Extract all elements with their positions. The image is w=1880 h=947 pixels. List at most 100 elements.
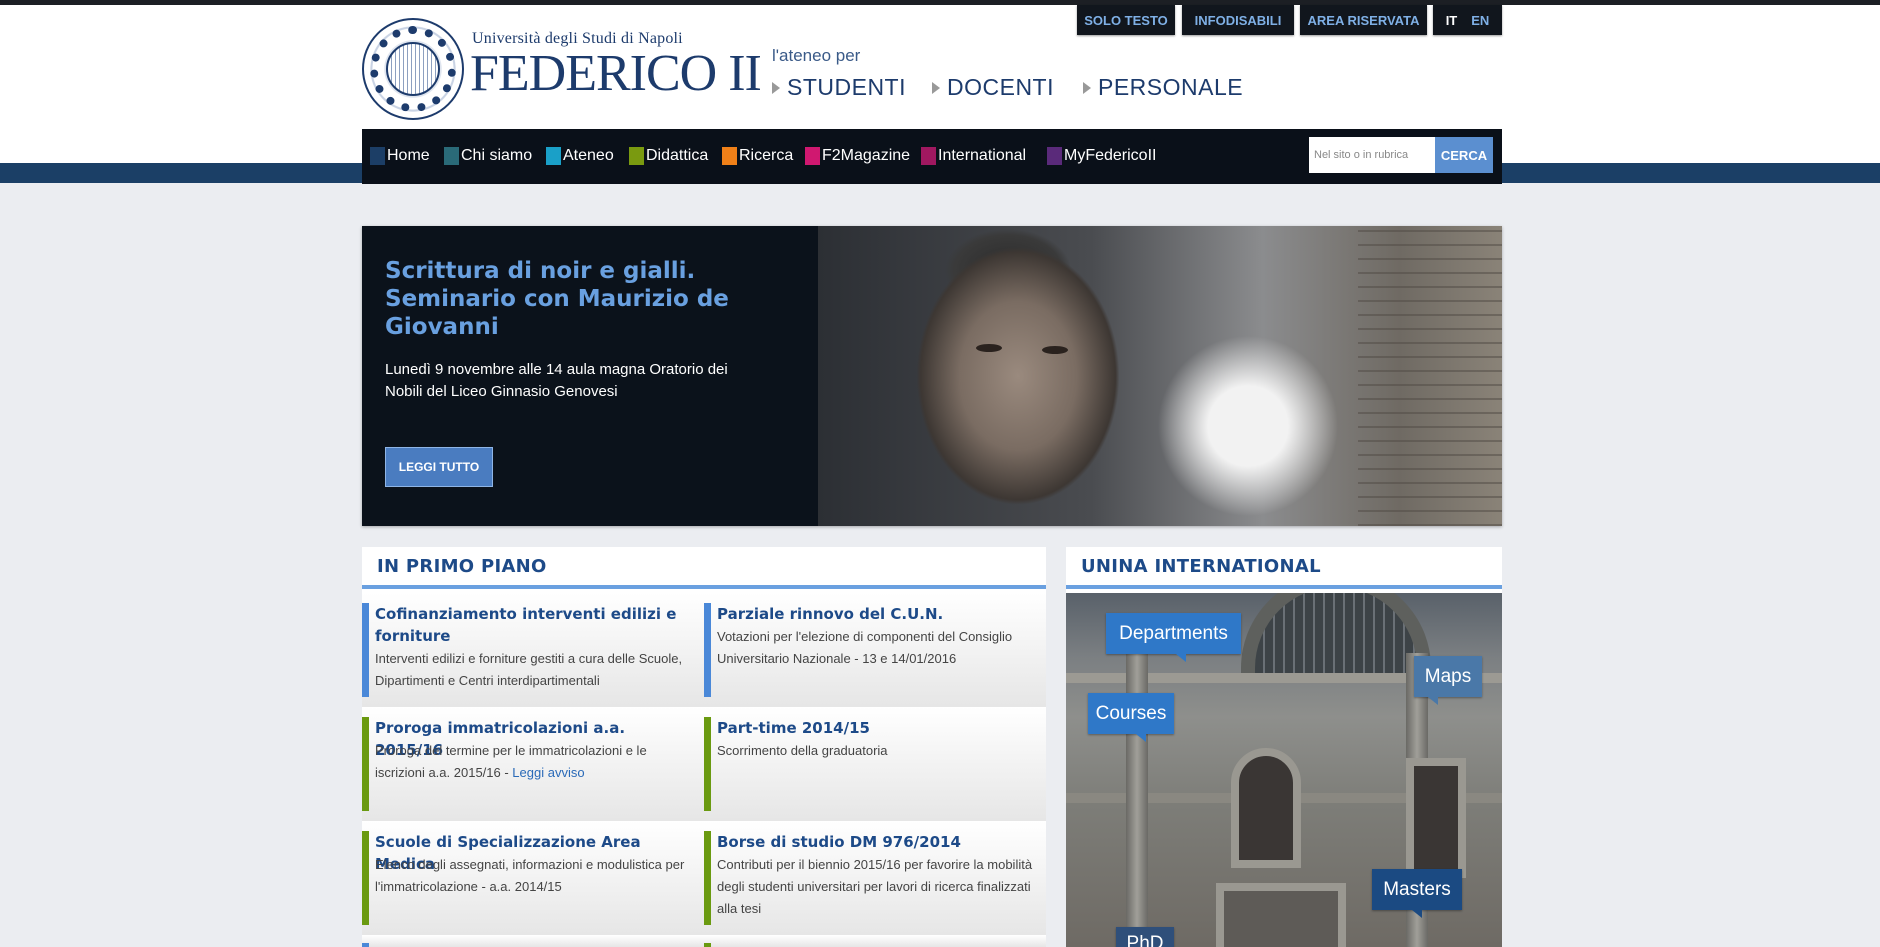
nav-color-square [370, 147, 385, 165]
news-title[interactable]: Part-time 2014/15 [717, 717, 1037, 739]
masters-tag[interactable]: Masters [1372, 869, 1462, 918]
facade-arch [1241, 593, 1431, 683]
hero-portrait-image [818, 226, 1502, 526]
nav-color-square [546, 147, 561, 165]
news-description: Scorrimento della graduatoria [717, 743, 888, 758]
main-navigation: Home Chi siamo Ateneo Didattica Ricerca … [362, 129, 1502, 184]
facade-window [1231, 748, 1301, 868]
nav-color-square [444, 147, 459, 165]
nav-label: Ateneo [563, 147, 614, 164]
news-row: Cofinanziamento interventi edilizi e for… [362, 593, 1046, 707]
lang-it-link[interactable]: IT [1446, 13, 1458, 28]
news-accent-bar [362, 943, 369, 947]
lang-en-link[interactable]: EN [1471, 13, 1489, 28]
infodisabili-link[interactable]: INFODISABILI [1182, 5, 1294, 35]
news-accent-bar [704, 831, 711, 925]
news-description: Contributi per il biennio 2015/16 per fa… [717, 857, 1033, 916]
tag-label: Departments [1119, 622, 1228, 644]
hero-slider: Scrittura di noir e gialli. Seminario co… [362, 226, 1502, 526]
audience-studenti-link[interactable]: STUDENTI [772, 74, 906, 101]
triangle-icon [1083, 81, 1091, 94]
portrait-eye-right [1042, 346, 1068, 354]
primo-piano-heading: IN PRIMO PIANO [362, 547, 1046, 589]
university-seal-logo[interactable] [362, 18, 464, 120]
hero-title[interactable]: Scrittura di noir e gialli. Seminario co… [385, 257, 745, 341]
area-riservata-link[interactable]: AREA RISERVATA [1300, 5, 1427, 35]
facade-window [1216, 883, 1346, 947]
news-row: Proroga immatricolazioni a.a. 2015/16 Pr… [362, 707, 1046, 821]
courses-tag[interactable]: Courses [1088, 693, 1174, 742]
nav-color-square [1047, 147, 1062, 165]
audience-label: STUDENTI [787, 74, 906, 100]
news-row: Scuole di Specializzazione Area Medica E… [362, 821, 1046, 935]
nav-item-home[interactable]: Home [370, 146, 430, 166]
portrait-eye-left [976, 344, 1002, 352]
news-accent-bar [362, 717, 369, 811]
tag-pointer [1428, 697, 1438, 705]
nav-item-myfedericoii[interactable]: MyFedericoII [1047, 146, 1156, 166]
solo-testo-label: SOLO TESTO [1084, 12, 1168, 28]
nav-color-square [805, 147, 820, 165]
tag-pointer [1176, 654, 1186, 662]
nav-color-square [722, 147, 737, 165]
facade-window [1406, 758, 1466, 878]
tag-label: PhD [1126, 933, 1164, 947]
infodisabili-label: INFODISABILI [1194, 12, 1282, 28]
departments-tag[interactable]: Departments [1106, 613, 1241, 662]
nav-item-ricerca[interactable]: Ricerca [722, 146, 793, 166]
audience-label: PERSONALE [1098, 74, 1244, 100]
audience-docenti-link[interactable]: DOCENTI [932, 74, 1054, 101]
news-accent-bar [704, 717, 711, 811]
nav-color-square [629, 147, 644, 165]
seal-center [386, 42, 440, 96]
nav-item-didattica[interactable]: Didattica [629, 146, 708, 166]
leggi-avviso-link[interactable]: Leggi avviso [512, 765, 584, 780]
nav-label: Home [387, 147, 430, 164]
tag-pointer [1412, 910, 1422, 918]
triangle-icon [932, 81, 940, 94]
news-description: Elenco degli assegnati, informazioni e m… [375, 857, 685, 894]
nav-label: F2Magazine [822, 147, 911, 164]
nav-item-ateneo[interactable]: Ateneo [546, 146, 614, 166]
triangle-icon [772, 81, 780, 94]
nav-label: MyFedericoII [1064, 147, 1157, 164]
nav-label: Chi siamo [461, 147, 533, 164]
hero-text: Lunedì 9 novembre alle 14 aula magna Ora… [385, 361, 728, 400]
phd-tag[interactable]: PhD [1116, 927, 1174, 947]
news-accent-bar [362, 831, 369, 925]
tag-label: Courses [1095, 702, 1167, 724]
news-accent-bar [704, 603, 711, 697]
nav-item-chi-siamo[interactable]: Chi siamo [444, 146, 532, 166]
language-switcher: IT EN [1433, 5, 1502, 35]
search-button[interactable]: CERCA [1435, 137, 1493, 173]
read-more-button[interactable]: LEGGI TUTTO [385, 447, 493, 487]
solo-testo-link[interactable]: SOLO TESTO [1077, 5, 1175, 35]
nav-label: Didattica [646, 147, 709, 164]
area-riservata-label: AREA RISERVATA [1307, 12, 1420, 28]
unina-international-panel: UNINA INTERNATIONAL Departments Maps Cou… [1066, 547, 1502, 947]
news-description-text: Proroga del termine per le immatricolazi… [375, 743, 647, 780]
news-description: Interventi edilizi e forniture gestiti a… [375, 651, 683, 688]
news-title[interactable]: Parziale rinnovo del C.U.N. [717, 603, 1037, 625]
news-row [362, 935, 1046, 947]
audience-personale-link[interactable]: PERSONALE [1083, 74, 1243, 101]
tag-label: Maps [1424, 665, 1472, 687]
international-heading: UNINA INTERNATIONAL [1066, 547, 1502, 589]
news-description: Votazioni per l'elezione di componenti d… [717, 629, 1013, 666]
news-description: Proroga del termine per le immatricolazi… [375, 740, 700, 784]
nav-color-square [921, 147, 936, 165]
news-accent-bar [704, 943, 711, 947]
nav-item-international[interactable]: International [921, 146, 1026, 166]
federico-logo-text[interactable]: FEDERICO II [470, 44, 762, 104]
nav-label: Ricerca [739, 147, 794, 164]
nav-item-f2magazine[interactable]: F2Magazine [805, 146, 910, 166]
tag-label: Masters [1383, 878, 1451, 900]
search-input[interactable] [1309, 137, 1435, 173]
audience-intro: l'ateneo per [772, 46, 861, 65]
news-title[interactable]: Borse di studio DM 976/2014 [717, 831, 1037, 853]
tag-pointer [1136, 734, 1146, 742]
news-title[interactable]: Cofinanziamento interventi edilizi e for… [375, 603, 695, 647]
maps-tag[interactable]: Maps [1414, 656, 1482, 705]
page-container: SOLO TESTO INFODISABILI AREA RISERVATA I… [362, 0, 1502, 947]
audience-label: DOCENTI [947, 74, 1054, 100]
